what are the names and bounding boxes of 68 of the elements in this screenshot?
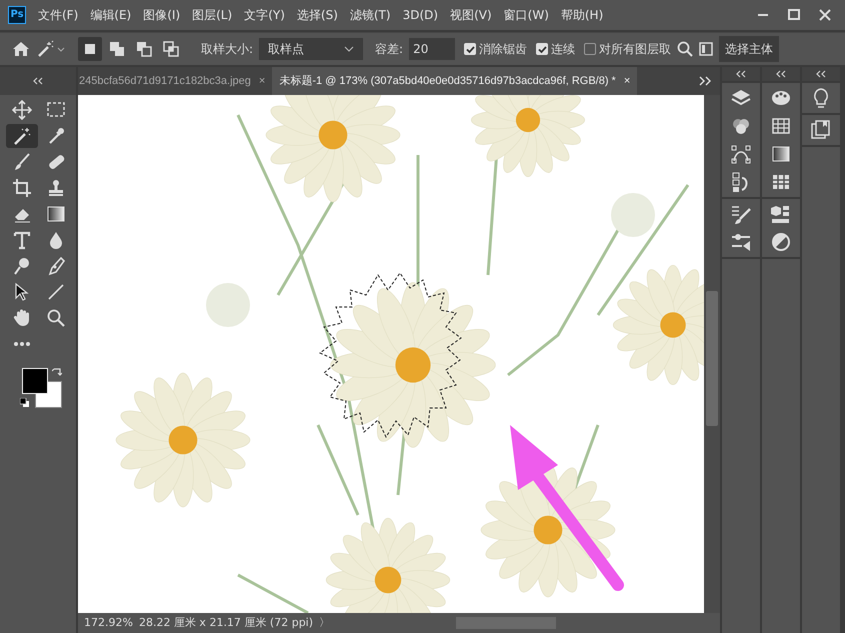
intersect-selection-icon	[162, 40, 180, 58]
select-subject-button[interactable]: 选择主体	[719, 36, 780, 62]
libraries-icon[interactable]	[770, 203, 792, 225]
menu-item[interactable]: 帮助(H)	[554, 6, 610, 24]
vertical-scrollbar[interactable]	[704, 95, 720, 613]
checkbox-label: 连续	[551, 41, 576, 58]
collapse-icon[interactable]	[815, 70, 827, 78]
magic-wand-icon[interactable]	[36, 40, 66, 58]
add-selection-icon	[108, 40, 126, 58]
collapse-icon[interactable]	[775, 70, 787, 78]
panel-icon[interactable]	[699, 41, 714, 57]
document-tab[interactable]: 未标题-1 @ 173% (307a5bd40e0e0d35716d97b3acdca96f, RGB/8) * ×	[272, 67, 638, 95]
menu-item[interactable]: 视图(V)	[444, 6, 498, 24]
tolerance-field[interactable]: 20	[409, 38, 456, 60]
search-icon[interactable]	[677, 41, 694, 57]
document-tab[interactable]: 245bcfa56d71d9171c182bc3a.jpeg ×	[72, 67, 272, 95]
home-icon[interactable]	[12, 41, 30, 57]
type-tool-icon[interactable]	[12, 230, 32, 250]
subtract-selection-icon	[135, 40, 153, 58]
marquee-tool-icon[interactable]	[46, 100, 66, 120]
menu-item[interactable]: 3D(D)	[396, 6, 444, 24]
app-logo: Ps	[8, 6, 26, 24]
tolerance-label: 容差:	[375, 41, 404, 58]
dodge-tool-icon[interactable]	[12, 256, 32, 276]
menu-item[interactable]: 滤镜(T)	[344, 6, 397, 24]
gradient-icon[interactable]	[46, 204, 66, 224]
properties-icon[interactable]	[730, 231, 752, 253]
menu-item[interactable]: 窗口(W)	[498, 6, 555, 24]
adjustments-icon[interactable]	[770, 231, 792, 253]
checkbox[interactable]	[464, 43, 476, 55]
swap-icon[interactable]	[52, 368, 62, 378]
menu-item[interactable]: 图层(L)	[186, 6, 238, 24]
sample-size-dropdown[interactable]: 取样点	[259, 38, 364, 60]
background-color-swatch[interactable]	[35, 381, 62, 408]
menu-item[interactable]: 选择(S)	[290, 6, 344, 24]
paths-icon[interactable]	[730, 143, 752, 165]
checkbox[interactable]	[584, 43, 596, 55]
document-size: 28.22 厘米 x 21.17 厘米 (72 ppi)	[138, 614, 314, 631]
tab-close-button[interactable]: ×	[258, 72, 266, 90]
collapse-icon[interactable]	[32, 77, 44, 85]
menu-item[interactable]: 文件(F)	[32, 6, 84, 24]
stamp-icon[interactable]	[46, 178, 66, 198]
checkbox-label: 对所有图层取	[599, 41, 672, 58]
bookmark-icon[interactable]	[810, 119, 832, 141]
foreground-color-swatch[interactable]	[22, 368, 48, 394]
expand-icon[interactable]	[698, 76, 712, 86]
menu-item[interactable]: 编辑(E)	[84, 6, 138, 24]
tab-close-button[interactable]: ×	[624, 72, 630, 90]
tool-button[interactable]	[6, 124, 38, 148]
move-tool-icon[interactable]	[12, 100, 32, 120]
hand-icon[interactable]	[12, 308, 32, 328]
checkbox-label: 消除锯齿	[479, 41, 528, 58]
crop-icon[interactable]	[12, 178, 32, 198]
checkbox[interactable]	[536, 43, 548, 55]
status-menu-button[interactable]: 〉	[319, 614, 330, 632]
line-icon[interactable]	[46, 282, 66, 302]
pen-icon[interactable]	[46, 256, 66, 276]
zoom-icon[interactable]	[46, 308, 66, 328]
collapse-icon[interactable]	[735, 70, 747, 78]
brush-icon[interactable]	[12, 152, 32, 172]
menu-item[interactable]: 图像(I)	[137, 6, 186, 24]
zoom-level: 172.92%	[84, 614, 133, 631]
magic-wand-icon[interactable]	[12, 126, 32, 146]
menu-item[interactable]: 文字(Y)	[238, 6, 291, 24]
default-colors-icon[interactable]	[20, 398, 29, 407]
sample-size-label: 取样大小:	[201, 41, 254, 58]
caret-icon	[344, 46, 354, 52]
selection-mode-button[interactable]	[78, 37, 102, 61]
